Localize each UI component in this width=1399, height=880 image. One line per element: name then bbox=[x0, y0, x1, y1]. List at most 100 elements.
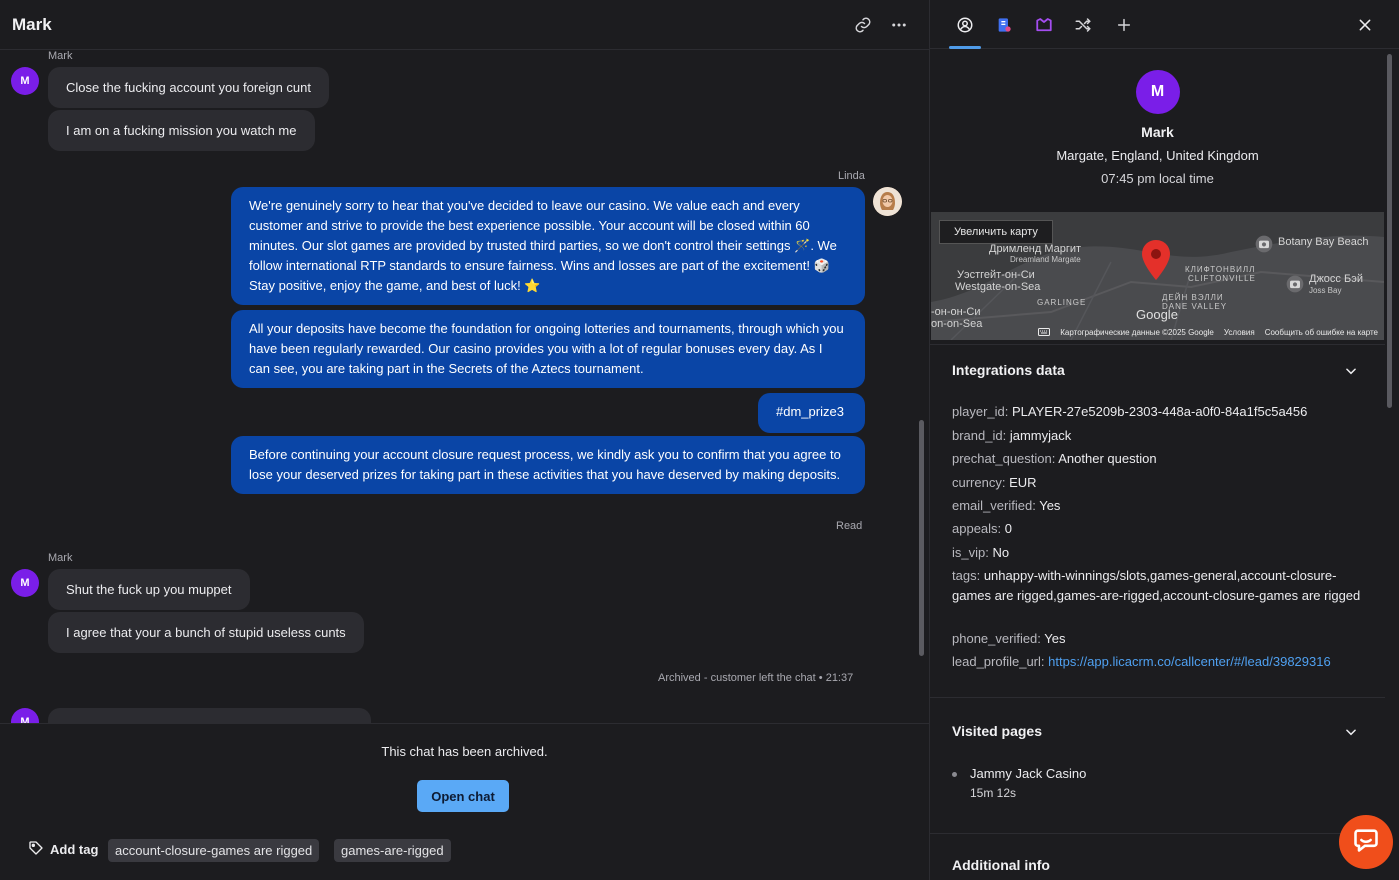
add-tag-button[interactable]: Add tag bbox=[28, 840, 98, 859]
map-label: КЛИФТОНВИЛЛ bbox=[1185, 265, 1256, 274]
chat-pane: Mark Mark M Close the fucking account yo… bbox=[0, 0, 929, 880]
map-label: ДЕЙН ВЭЛЛИ bbox=[1162, 293, 1224, 302]
field-key: lead_profile_url: bbox=[952, 654, 1045, 669]
chat-title: Mark bbox=[12, 14, 52, 34]
map-terms-link[interactable]: Условия bbox=[1224, 328, 1255, 337]
map-label: GARLINGE bbox=[1037, 298, 1087, 307]
field-value: Another question bbox=[1058, 451, 1157, 466]
agent-message: Before continuing your account closure r… bbox=[231, 436, 865, 494]
section-divider bbox=[930, 344, 1385, 345]
chevron-down-icon[interactable] bbox=[1344, 364, 1358, 378]
section-divider bbox=[930, 697, 1385, 698]
field-key: tags: bbox=[952, 568, 981, 583]
tag-chip[interactable]: games-are-rigged bbox=[334, 839, 451, 862]
integration-row: appeals: 0 bbox=[952, 519, 1372, 539]
customer-location: Margate, England, United Kingdom bbox=[1056, 148, 1259, 163]
keyboard-icon bbox=[1038, 327, 1051, 338]
customer-name: Mark bbox=[1141, 124, 1174, 140]
visited-page-duration: 15m 12s bbox=[970, 786, 1017, 800]
chat-widget-button[interactable] bbox=[1339, 815, 1393, 869]
field-value: 0 bbox=[1004, 521, 1013, 536]
archived-status: Archived - customer left the chat • 21:3… bbox=[658, 672, 854, 684]
enlarge-map-button[interactable]: Увеличить карту bbox=[939, 220, 1053, 244]
field-value: PLAYER-27e5209b-2303-448a-a0f0-84a1f5c5a… bbox=[1012, 404, 1308, 419]
customer-message-partial bbox=[48, 708, 371, 723]
tag-chip[interactable]: account-closure-games are rigged bbox=[108, 839, 320, 862]
google-logo: Google bbox=[1136, 307, 1178, 322]
chat-bubble-icon bbox=[1352, 826, 1380, 859]
customer-message: I am on a fucking mission you watch me bbox=[48, 110, 315, 151]
map-label: Dreamland Margate bbox=[1010, 255, 1081, 264]
visited-page-title[interactable]: Jammy Jack Casino bbox=[970, 766, 1086, 781]
customer-message: I agree that your a bunch of stupid usel… bbox=[48, 612, 364, 653]
camera-icon bbox=[1254, 234, 1274, 259]
agent-message: We're genuinely sorry to hear that you'v… bbox=[231, 187, 865, 305]
agent-avatar bbox=[873, 187, 902, 216]
map-label: Джосс Бэй bbox=[1309, 273, 1363, 285]
chevron-down-icon[interactable] bbox=[1344, 725, 1358, 739]
link-icon[interactable] bbox=[852, 14, 874, 36]
close-icon[interactable] bbox=[1353, 13, 1377, 37]
field-key: prechat_question: bbox=[952, 451, 1056, 466]
more-options-icon[interactable] bbox=[888, 14, 910, 36]
integration-row: email_verified: Yes bbox=[952, 496, 1372, 516]
field-value: unhappy-with-winnings/slots,games-genera… bbox=[952, 568, 1361, 603]
customer-tab-icon[interactable] bbox=[953, 13, 977, 37]
active-tab-indicator bbox=[949, 46, 981, 49]
map-report-link[interactable]: Сообщить об ошибке на карте bbox=[1265, 328, 1378, 337]
field-value: Yes bbox=[1044, 631, 1066, 646]
details-panel: M Mark Margate, England, United Kingdom … bbox=[929, 0, 1399, 880]
map-footer: Картографические данные ©2025 Google Усл… bbox=[931, 325, 1384, 340]
open-chat-button[interactable]: Open chat bbox=[417, 780, 509, 812]
field-key: appeals: bbox=[952, 521, 1002, 536]
chat-scrollbar[interactable] bbox=[919, 420, 924, 656]
app-widget-icon[interactable] bbox=[1032, 13, 1056, 37]
map-attribution: Картографические данные ©2025 Google bbox=[1060, 328, 1214, 337]
customer-avatar-large: M bbox=[1135, 70, 1180, 114]
message-author: Linda bbox=[838, 170, 865, 182]
customer-avatar: M bbox=[11, 67, 39, 95]
add-tag-label: Add tag bbox=[50, 842, 99, 857]
message-author: Mark bbox=[48, 50, 73, 62]
integration-row: is_vip: No bbox=[952, 543, 1372, 563]
field-value: Yes bbox=[1039, 498, 1061, 513]
message-list[interactable]: Mark M Close the fucking account you for… bbox=[0, 50, 929, 723]
archived-text: This chat has been archived. bbox=[381, 744, 548, 759]
map-label: Botany Bay Beach bbox=[1278, 236, 1369, 248]
field-key: brand_id: bbox=[952, 428, 1007, 443]
customer-local-time: 07:45 pm local time bbox=[1101, 171, 1214, 186]
integration-row: prechat_question: Another question bbox=[952, 449, 1372, 469]
integration-row: phone_verified: Yes bbox=[952, 629, 1372, 649]
panel-scrollbar[interactable] bbox=[1387, 54, 1392, 408]
field-key: email_verified: bbox=[952, 498, 1036, 513]
message-author: Mark bbox=[48, 552, 73, 564]
map-label: Уэстгейт-он-Си bbox=[957, 269, 1035, 281]
integration-row: brand_id: jammyjack bbox=[952, 426, 1372, 446]
read-status: Read bbox=[836, 520, 863, 532]
map-label: Дримленд Маргит bbox=[989, 243, 1082, 255]
agent-message: #dm_prize3 bbox=[758, 393, 865, 433]
customer-message: Close the fucking account you foreign cu… bbox=[48, 67, 329, 108]
visited-pages-title[interactable]: Visited pages bbox=[952, 723, 1042, 739]
bullet-icon bbox=[952, 772, 957, 777]
integration-row: currency: EUR bbox=[952, 473, 1372, 493]
additional-info-title[interactable]: Additional info bbox=[952, 857, 1050, 873]
integrations-title[interactable]: Integrations data bbox=[952, 362, 1065, 378]
integration-app-icon[interactable] bbox=[992, 13, 1016, 37]
customer-avatar: M bbox=[11, 569, 39, 597]
field-key: currency: bbox=[952, 475, 1006, 490]
integration-row: tags: unhappy-with-winnings/slots,games-… bbox=[952, 566, 1372, 606]
lead-profile-link[interactable]: https://app.licacrm.co/callcenter/#/lead… bbox=[1048, 654, 1331, 669]
section-divider bbox=[930, 833, 1385, 834]
chat-header: Mark bbox=[0, 0, 929, 50]
field-key: phone_verified: bbox=[952, 631, 1041, 646]
location-pin-icon bbox=[1142, 240, 1170, 285]
location-map[interactable]: Увеличить карту Дримленд Маргит Dreamlan… bbox=[931, 212, 1384, 340]
shuffle-icon[interactable] bbox=[1071, 13, 1095, 37]
camera-icon bbox=[1285, 274, 1305, 299]
add-app-icon[interactable] bbox=[1112, 13, 1136, 37]
field-value: jammyjack bbox=[1009, 428, 1072, 443]
tag-icon bbox=[28, 840, 44, 859]
field-key: player_id: bbox=[952, 404, 1009, 419]
field-value: EUR bbox=[1009, 475, 1037, 490]
